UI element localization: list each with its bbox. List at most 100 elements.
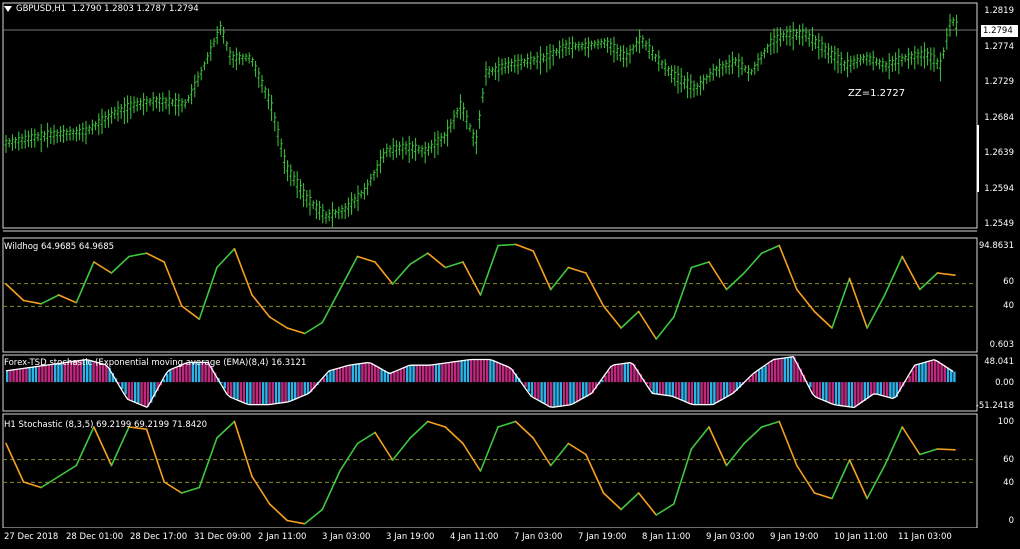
- oscillator-segment: [760, 244, 781, 254]
- histogram-bar: [694, 382, 697, 405]
- histogram-bar: [572, 382, 575, 405]
- histogram-bar: [249, 382, 252, 405]
- time-tick: 9 Jan 19:00: [770, 532, 819, 542]
- oscillator-segment: [286, 519, 306, 525]
- oscillator-segment: [620, 310, 640, 329]
- wildhog-tick: 40: [1003, 301, 1014, 311]
- histogram-bar: [258, 382, 262, 405]
- histogram-bar: [911, 370, 914, 383]
- histogram-bar: [930, 360, 934, 383]
- wildhog-tick: 60: [1003, 277, 1014, 287]
- histogram-bar: [838, 382, 841, 406]
- oscillator-segment: [602, 492, 622, 511]
- histogram-bar: [130, 382, 134, 401]
- histogram-bar: [393, 372, 396, 383]
- oscillator-segment: [391, 437, 412, 461]
- histogram-bar: [716, 382, 719, 403]
- histogram-bar: [697, 382, 700, 405]
- histogram-bar: [268, 382, 271, 405]
- histogram-bar: [495, 361, 498, 383]
- histogram-bar: [566, 382, 569, 406]
- oscillator-segment: [57, 294, 78, 304]
- oscillator-segment: [251, 475, 271, 505]
- histogram-bar: [662, 382, 665, 395]
- histogram-bar: [463, 360, 466, 383]
- oscillator-segment: [163, 481, 183, 494]
- tsd-tick: 48.041: [984, 357, 1014, 367]
- price-tick: 1.2729: [984, 77, 1014, 87]
- histogram-bar: [722, 382, 726, 400]
- histogram-bar: [223, 382, 226, 389]
- stochastic-line: [5, 420, 956, 525]
- time-tick: 3 Jan 03:00: [322, 532, 371, 542]
- histogram-bar: [434, 364, 438, 383]
- histogram-bar: [390, 373, 393, 383]
- oscillator-segment: [901, 255, 921, 291]
- oscillator-segment: [40, 475, 60, 489]
- histogram-bar: [678, 382, 681, 399]
- histogram-bar: [924, 362, 927, 383]
- histogram-bar: [953, 371, 956, 383]
- oscillator-segment: [567, 266, 587, 274]
- oscillator-segment: [778, 244, 798, 291]
- histogram-bar: [607, 370, 610, 383]
- histogram-bar: [623, 363, 626, 383]
- histogram-bar: [850, 382, 854, 408]
- oscillator-segment: [22, 299, 42, 305]
- histogram-bar: [338, 368, 342, 383]
- histogram-bar: [834, 382, 838, 405]
- histogram-bar: [399, 369, 402, 383]
- oscillator-segment: [743, 252, 763, 274]
- histogram-bar: [332, 369, 335, 383]
- histogram-bar: [882, 382, 886, 396]
- symbol-title: GBPUSD,H1: [16, 4, 67, 14]
- histogram-bar: [575, 382, 578, 403]
- chart-canvas[interactable]: [0, 0, 1020, 549]
- oscillator-segment: [831, 277, 851, 329]
- histogram-bar: [546, 382, 550, 406]
- oscillator-segment: [813, 310, 833, 329]
- oscillator-segment: [760, 420, 781, 428]
- time-tick: 28 Dec 17:00: [130, 532, 188, 542]
- histogram-bar: [134, 382, 137, 402]
- oscillator-segment: [462, 261, 482, 296]
- histogram-bar: [703, 382, 706, 405]
- histogram-bar: [754, 372, 758, 383]
- histogram-bar: [812, 382, 815, 394]
- oscillator-segment: [321, 288, 341, 324]
- tsd-tick: 0.00: [995, 378, 1014, 388]
- histogram-bar: [233, 382, 236, 399]
- histogram-bar: [831, 382, 834, 404]
- histogram-bar: [674, 382, 678, 398]
- oscillator-segment: [690, 426, 710, 450]
- ohlc-values: 1.2790 1.2803 1.2787 1.2794: [71, 4, 199, 14]
- histogram-bar: [169, 370, 172, 383]
- histogram-bar: [665, 382, 668, 396]
- oscillator-segment: [585, 272, 605, 307]
- dropdown-triangle-icon[interactable]: [4, 5, 12, 12]
- histogram-bar: [588, 382, 591, 396]
- histogram-bar: [620, 363, 623, 383]
- histogram-bar: [22, 368, 25, 383]
- histogram-bar: [274, 382, 278, 404]
- stoch-tick: 60: [1003, 455, 1014, 465]
- histogram-bar: [351, 364, 354, 383]
- oscillator-segment: [356, 255, 376, 263]
- histogram-bar: [294, 382, 297, 400]
- histogram-bar: [473, 359, 476, 383]
- symbol-header[interactable]: GBPUSD,H1 1.2790 1.2803 1.2787 1.2794: [4, 4, 199, 15]
- histogram-bar: [489, 359, 492, 383]
- oscillator-segment: [796, 288, 816, 313]
- oscillator-segment: [57, 464, 78, 478]
- histogram-bar: [774, 359, 777, 383]
- histogram-bar: [524, 382, 527, 388]
- oscillator-segment: [180, 486, 201, 494]
- histogram-bar: [863, 382, 866, 401]
- histogram-bar: [409, 365, 412, 383]
- oscillator-segment: [303, 321, 324, 335]
- oscillator-segment: [110, 426, 130, 467]
- histogram-bar: [457, 361, 460, 383]
- histogram-bar: [502, 364, 505, 383]
- oscillator-segment: [673, 448, 693, 505]
- histogram-bar: [143, 382, 146, 406]
